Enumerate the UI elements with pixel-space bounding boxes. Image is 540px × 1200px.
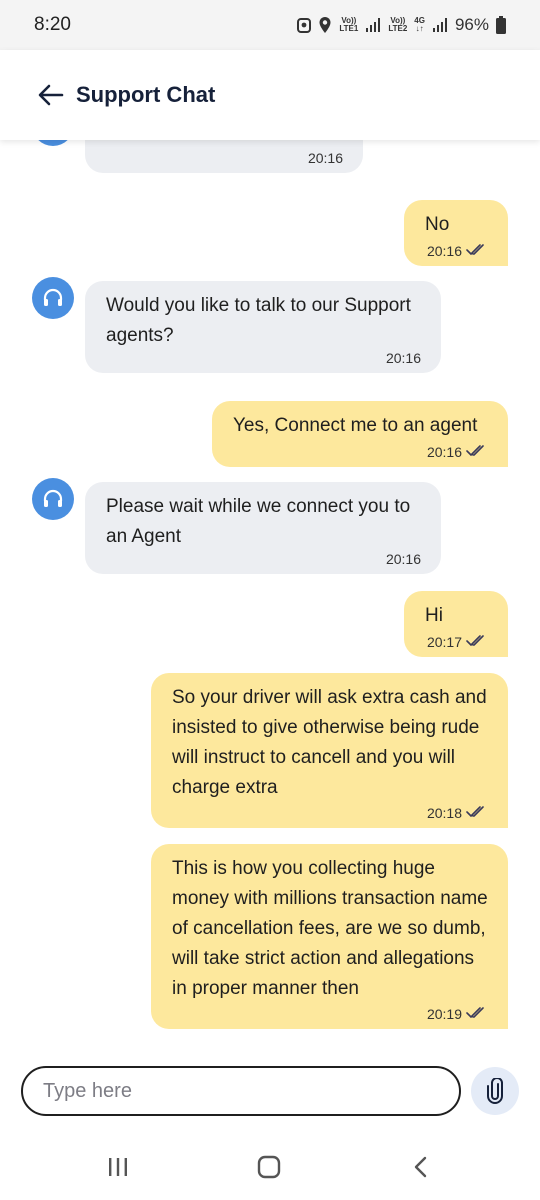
arrow-left-icon bbox=[38, 84, 64, 106]
message-time-row: 20:18 bbox=[427, 804, 488, 822]
battery-icon bbox=[496, 16, 506, 34]
recents-icon bbox=[109, 1158, 127, 1176]
sim1-lte-label: LTE1 bbox=[339, 24, 359, 33]
status-bar: 8:20 Vo)) LTE1 Vo)) LTE2 4G ↓↑ 96% bbox=[0, 0, 540, 50]
location-pin-icon bbox=[297, 16, 312, 34]
message-text: Hi bbox=[425, 605, 443, 626]
double-check-icon bbox=[466, 804, 488, 822]
chat-messages[interactable]: 20:16 No 20:16 Would you like to talk to… bbox=[0, 140, 540, 1050]
volte-sim2-icon: Vo)) LTE2 bbox=[388, 17, 407, 33]
chat-header: Support Chat bbox=[0, 50, 540, 140]
message-bubble: No 20:16 bbox=[404, 200, 508, 266]
message-bubble: Yes, Connect me to an agent 20:16 bbox=[212, 401, 508, 467]
message-time: 20:17 bbox=[426, 634, 462, 650]
message-time: 20:16 bbox=[426, 444, 462, 460]
attach-button[interactable] bbox=[471, 1067, 519, 1115]
message-bubble: Hi 20:17 bbox=[404, 591, 508, 657]
home-icon bbox=[257, 1155, 281, 1179]
signal-sim2-icon bbox=[432, 17, 448, 33]
support-avatar bbox=[32, 140, 74, 146]
data-arrows-icon: ↓↑ bbox=[415, 24, 424, 33]
recents-button[interactable] bbox=[98, 1152, 138, 1182]
message-user: So your driver will ask extra cash and i… bbox=[0, 673, 540, 829]
volte-sim1-icon: Vo)) LTE1 bbox=[339, 17, 358, 33]
message-user: Hi 20:17 bbox=[0, 591, 540, 657]
back-nav-button[interactable] bbox=[400, 1152, 440, 1182]
message-bubble: So your driver will ask extra cash and i… bbox=[151, 673, 508, 828]
status-time: 8:20 bbox=[34, 14, 71, 35]
message-bubble: Would you like to talk to our Support ag… bbox=[85, 281, 441, 373]
location-icon bbox=[318, 16, 332, 34]
network-4g-icon: 4G ↓↑ bbox=[414, 17, 425, 33]
message-text: No bbox=[425, 214, 450, 235]
message-bot: Would you like to talk to our Support ag… bbox=[0, 277, 540, 373]
message-text: This is how you collecting huge money wi… bbox=[172, 858, 488, 999]
message-text: Would you like to talk to our Support ag… bbox=[106, 295, 411, 346]
message-bot: Please wait while we connect you to an A… bbox=[0, 478, 540, 574]
back-button[interactable] bbox=[36, 80, 66, 110]
double-check-icon bbox=[466, 633, 488, 651]
headset-icon bbox=[43, 489, 63, 507]
message-time: 20:16 bbox=[385, 551, 421, 567]
message-time: 20:16 bbox=[307, 150, 343, 166]
message-time-row: 20:16 bbox=[427, 443, 488, 461]
message-time: 20:18 bbox=[426, 805, 462, 821]
headset-icon bbox=[43, 288, 63, 306]
message-time: 20:16 bbox=[426, 243, 462, 259]
battery-percent: 96% bbox=[454, 15, 489, 34]
message-bubble: This is how you collecting huge money wi… bbox=[151, 844, 508, 1029]
message-bubble: Please wait while we connect you to an A… bbox=[85, 482, 441, 574]
message-text: Please wait while we connect you to an A… bbox=[106, 496, 411, 547]
signal-sim1-icon bbox=[365, 17, 381, 33]
message-text: So your driver will ask extra cash and i… bbox=[172, 687, 487, 798]
message-time-row: 20:16 bbox=[427, 242, 488, 260]
back-chevron-icon bbox=[414, 1156, 427, 1178]
message-bot: 20:16 bbox=[0, 140, 540, 180]
message-time: 20:16 bbox=[385, 350, 421, 366]
message-input[interactable] bbox=[21, 1066, 461, 1116]
system-nav-bar bbox=[0, 1134, 540, 1200]
support-avatar bbox=[32, 478, 74, 520]
message-time: 20:19 bbox=[426, 1006, 462, 1022]
message-bubble: 20:16 bbox=[85, 140, 363, 173]
sim2-lte-label: LTE2 bbox=[388, 24, 408, 33]
double-check-icon bbox=[466, 1005, 488, 1023]
home-button[interactable] bbox=[249, 1152, 289, 1182]
paperclip-icon bbox=[487, 1078, 503, 1104]
double-check-icon bbox=[466, 242, 488, 260]
double-check-icon bbox=[466, 443, 488, 461]
message-user: Yes, Connect me to an agent 20:16 bbox=[0, 401, 540, 467]
composer bbox=[0, 1050, 540, 1134]
support-avatar bbox=[32, 277, 74, 319]
message-text: Yes, Connect me to an agent bbox=[233, 415, 478, 436]
message-user: No 20:16 bbox=[0, 200, 540, 266]
status-icons: Vo)) LTE1 Vo)) LTE2 4G ↓↑ 96% bbox=[297, 15, 506, 35]
message-time-row: 20:17 bbox=[427, 633, 488, 651]
page-title: Support Chat bbox=[76, 82, 216, 107]
message-user: This is how you collecting huge money wi… bbox=[0, 844, 540, 1030]
message-time-row: 20:19 bbox=[427, 1005, 488, 1023]
